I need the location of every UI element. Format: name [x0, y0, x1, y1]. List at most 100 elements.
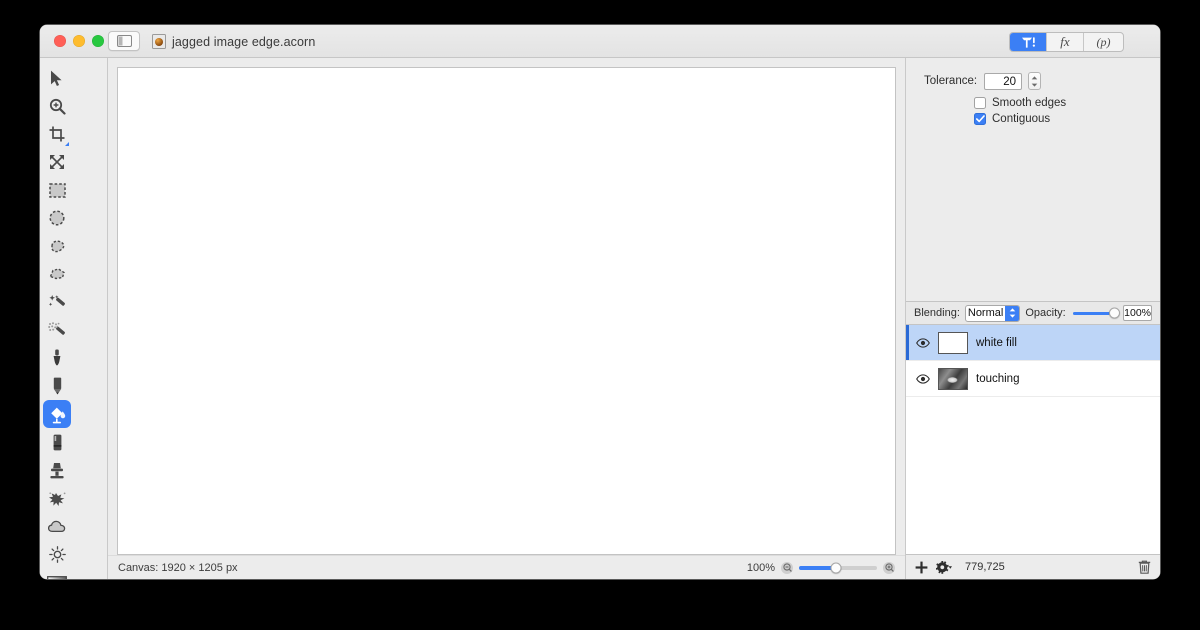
opacity-slider-knob[interactable] [1109, 307, 1121, 319]
layer-name-white-fill: white fill [976, 336, 1017, 349]
pencil-tool[interactable] [43, 372, 71, 400]
clone-stamp-tool[interactable] [43, 456, 71, 484]
trash-delete-layer-icon[interactable] [1138, 560, 1151, 574]
gradient-tool[interactable] [43, 568, 71, 579]
move-tool[interactable] [43, 64, 71, 92]
inspector-tab-bar: fx (p) [1009, 32, 1124, 52]
sun-dodge-icon [48, 545, 66, 563]
document-title: jagged image edge.acorn [172, 34, 316, 49]
document-title-group[interactable]: jagged image edge.acorn [152, 25, 315, 58]
inspector-panel: Tolerance: 20 Smooth edges Contiguous Bl… [905, 58, 1160, 579]
opacity-label: Opacity: [1025, 307, 1066, 319]
zoom-controls: 100% [746, 561, 895, 574]
sidebar-toggle-button[interactable] [108, 31, 140, 51]
stepper-up-icon[interactable] [1031, 75, 1038, 80]
paint-bucket-icon [50, 407, 65, 423]
layer-row-white-fill[interactable]: white fill [906, 325, 1160, 361]
tolerance-label: Tolerance: [924, 75, 978, 87]
layer-row-touching[interactable]: touching [906, 361, 1160, 397]
eye-visibility-icon[interactable] [916, 337, 930, 348]
layers-footer: 779,725 [906, 554, 1160, 579]
cloud-blur-icon [47, 520, 65, 532]
smooth-edges-checkbox[interactable]: Smooth edges [906, 97, 1160, 109]
magic-wand-tool[interactable] [43, 288, 71, 316]
brush-tool[interactable] [43, 344, 71, 372]
chevron-up-icon [1009, 308, 1016, 312]
layers-list: white fill touching [906, 325, 1160, 554]
layer-thumbnail-touching[interactable] [938, 367, 968, 390]
layer-name-touching: touching [976, 372, 1020, 385]
crop-tool[interactable] [43, 120, 71, 148]
layer-thumbnail-white-fill[interactable] [938, 331, 968, 354]
zoom-out-icon[interactable] [781, 561, 793, 574]
tab-filters-label: fx [1060, 34, 1070, 49]
tab-presets[interactable]: (p) [1084, 33, 1123, 51]
tab-tools[interactable] [1010, 33, 1047, 51]
zoom-out-glyph [782, 563, 792, 572]
blur-tool[interactable] [43, 512, 71, 540]
dodge-tool[interactable] [43, 540, 71, 568]
sparkle-wand-icon [48, 321, 65, 335]
gradient-icon [47, 575, 67, 579]
contiguous-label: Contiguous [992, 113, 1051, 125]
zoom-slider-knob[interactable] [830, 562, 842, 573]
opacity-slider[interactable] [1072, 307, 1121, 319]
zoom-in-icon[interactable] [883, 561, 895, 574]
canvas-column: Canvas: 1920 × 1205 px 100% [108, 58, 905, 579]
opacity-value-input[interactable]: 100% [1123, 305, 1152, 321]
canvas-area [108, 58, 905, 555]
smooth-edges-label: Smooth edges [992, 97, 1067, 109]
tolerance-row: Tolerance: 20 [906, 72, 1160, 90]
zoom-slider[interactable] [799, 562, 877, 573]
ellipse-select-tool[interactable] [43, 204, 71, 232]
hammer-tool-icon [1021, 36, 1035, 48]
paint-bucket-tool[interactable] [43, 400, 71, 428]
crop-icon [49, 126, 65, 142]
tolerance-input[interactable]: 20 [984, 72, 1023, 90]
transform-tool[interactable] [43, 148, 71, 176]
tab-presets-label: (p) [1096, 34, 1111, 49]
stepper-down-icon[interactable] [1031, 83, 1038, 87]
rect-select-tool[interactable] [43, 176, 71, 204]
gear-settings-icon[interactable] [936, 560, 953, 574]
cursor-coordinates-label: 779,725 [965, 561, 1005, 573]
acorn-app-window: jagged image edge.acorn fx (p) Canvas: 1… [40, 25, 1160, 579]
contiguous-checkbox[interactable]: Contiguous [906, 113, 1160, 125]
arrow-cursor-icon [51, 70, 62, 86]
paintbrush-icon [53, 349, 61, 366]
tool-options-section: Tolerance: 20 Smooth edges Contiguous [906, 58, 1160, 301]
zoom-button[interactable] [92, 35, 104, 47]
pencil-icon [53, 377, 61, 395]
smooth-edges-box[interactable] [974, 97, 986, 109]
polygon-lasso-icon [49, 267, 65, 279]
magnifier-plus-icon [49, 98, 66, 115]
eraser-tool[interactable] [43, 428, 71, 456]
contiguous-box[interactable] [974, 113, 986, 125]
zoom-in-glyph [884, 563, 894, 572]
crop-tool-badge [65, 142, 69, 146]
zoom-tool[interactable] [43, 92, 71, 120]
chevron-down-icon [1009, 314, 1016, 318]
zoom-percent-label: 100% [746, 561, 775, 574]
canvas-status-bar: Canvas: 1920 × 1205 px 100% [108, 555, 905, 579]
smudge-tool[interactable] [43, 484, 71, 512]
clone-stamp-icon [50, 462, 64, 478]
move-arrows-icon [50, 155, 64, 169]
image-canvas[interactable] [117, 67, 896, 555]
eye-visibility-icon[interactable] [916, 373, 930, 384]
plus-add-layer-icon[interactable] [915, 561, 928, 574]
window-body: Canvas: 1920 × 1205 px 100% Tolerance: 2… [40, 58, 1160, 579]
tab-filters[interactable]: fx [1047, 33, 1084, 51]
opacity-slider-fill [1072, 311, 1111, 315]
minimize-button[interactable] [73, 35, 85, 47]
eraser-icon [53, 434, 61, 450]
marquee-ellipse-icon [49, 210, 65, 226]
blending-mode-select[interactable]: Normal [964, 304, 1021, 322]
close-button[interactable] [54, 35, 66, 47]
smudge-splat-icon [49, 491, 66, 506]
instant-alpha-tool[interactable] [43, 316, 71, 344]
tolerance-stepper[interactable] [1028, 72, 1042, 90]
layers-header: Blending: Normal Opacity: 100% [906, 301, 1160, 325]
lasso-select-tool[interactable] [43, 232, 71, 260]
polygon-select-tool[interactable] [43, 260, 71, 288]
